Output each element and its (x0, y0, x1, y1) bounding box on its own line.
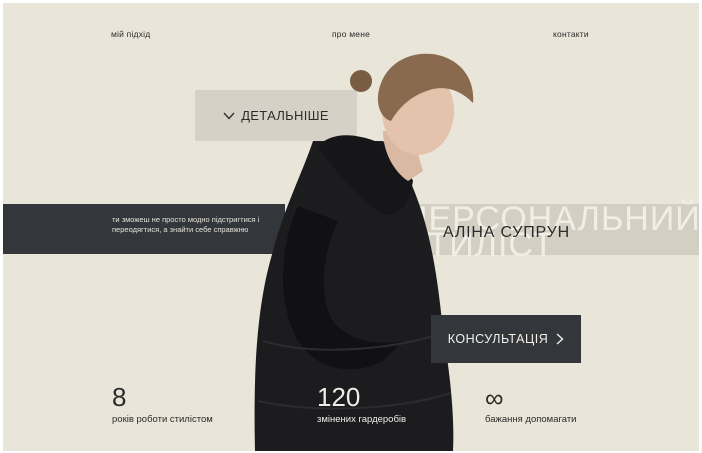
chevron-right-icon (556, 333, 564, 345)
stat-years-label: років роботи стилістом (112, 414, 213, 425)
landing-page: мій підхід про мене контакти ДЕТАЛЬНІШЕ … (3, 3, 699, 451)
chevron-down-icon (223, 112, 235, 120)
stat-wardrobes-value: 120 (317, 382, 361, 412)
stylist-photo (254, 53, 474, 451)
infinity-icon: ∞ (485, 383, 504, 413)
nav-link-about[interactable]: про мене (332, 29, 370, 39)
stat-years-value: 8 (112, 382, 127, 412)
consultation-button[interactable]: КОНСУЛЬТАЦІЯ (431, 315, 581, 363)
nav-link-contacts[interactable]: контакти (553, 29, 589, 39)
stat-desire-label: бажання допомагати (485, 414, 577, 425)
consultation-label: КОНСУЛЬТАЦІЯ (447, 332, 549, 346)
stylist-name: АЛІНА СУПРУН (443, 224, 570, 241)
stat-wardrobes-label: змінених гардеробів (317, 414, 407, 425)
nav-link-approach[interactable]: мій підхід (111, 29, 150, 39)
